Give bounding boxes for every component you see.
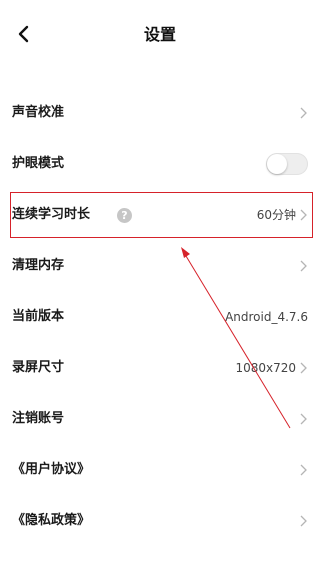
chevron-right-icon [298, 208, 308, 222]
settings-row-sound-calibration[interactable]: 声音校准 [0, 91, 320, 135]
page-title: 设置 [143, 25, 176, 44]
settings-row-current-version: 当前版本 Android_4.7.6 [0, 295, 320, 339]
row-value: 60分钟 [256, 208, 296, 222]
settings-row-continuous-study[interactable]: 连续学习时长 ? 60分钟 [0, 193, 320, 237]
row-label: 声音校准 [12, 105, 65, 120]
settings-row-eye-care: 护眼模式 [0, 142, 320, 186]
version-value: Android_4.7.6 [225, 310, 308, 324]
settings-row-clear-memory[interactable]: 清理内存 [0, 244, 320, 288]
chevron-right-icon [298, 106, 308, 120]
chevron-right-icon [298, 259, 308, 273]
row-label: 录屏尺寸 [12, 360, 65, 375]
question-icon[interactable]: ? [117, 207, 132, 223]
chevron-right-icon [298, 463, 308, 477]
settings-row-privacy-policy[interactable]: 《隐私政策》 [0, 499, 320, 543]
eye-care-toggle[interactable] [266, 153, 308, 175]
row-label: 《隐私政策》 [12, 513, 91, 528]
chevron-right-icon [298, 412, 308, 426]
header: 设置 [0, 0, 320, 72]
settings-row-user-agreement[interactable]: 《用户协议》 [0, 448, 320, 492]
toggle-knob [267, 154, 287, 174]
row-label: 当前版本 [12, 309, 65, 324]
row-label: 清理内存 [12, 258, 65, 273]
row-label: 注销账号 [12, 411, 65, 426]
settings-row-recording-size[interactable]: 录屏尺寸 1080x720 [0, 346, 320, 390]
chevron-right-icon [298, 361, 308, 375]
row-label: 连续学习时长 [12, 207, 91, 222]
settings-screen: 设置 声音校准 护眼模式 连续学习时长 ? 60分钟 清理内存 当前版本 And… [0, 0, 320, 568]
row-value: 1080x720 [235, 361, 296, 375]
chevron-right-icon [298, 514, 308, 528]
row-label: 护眼模式 [12, 156, 65, 171]
settings-row-cancel-account[interactable]: 注销账号 [0, 397, 320, 441]
row-label: 《用户协议》 [12, 462, 91, 477]
